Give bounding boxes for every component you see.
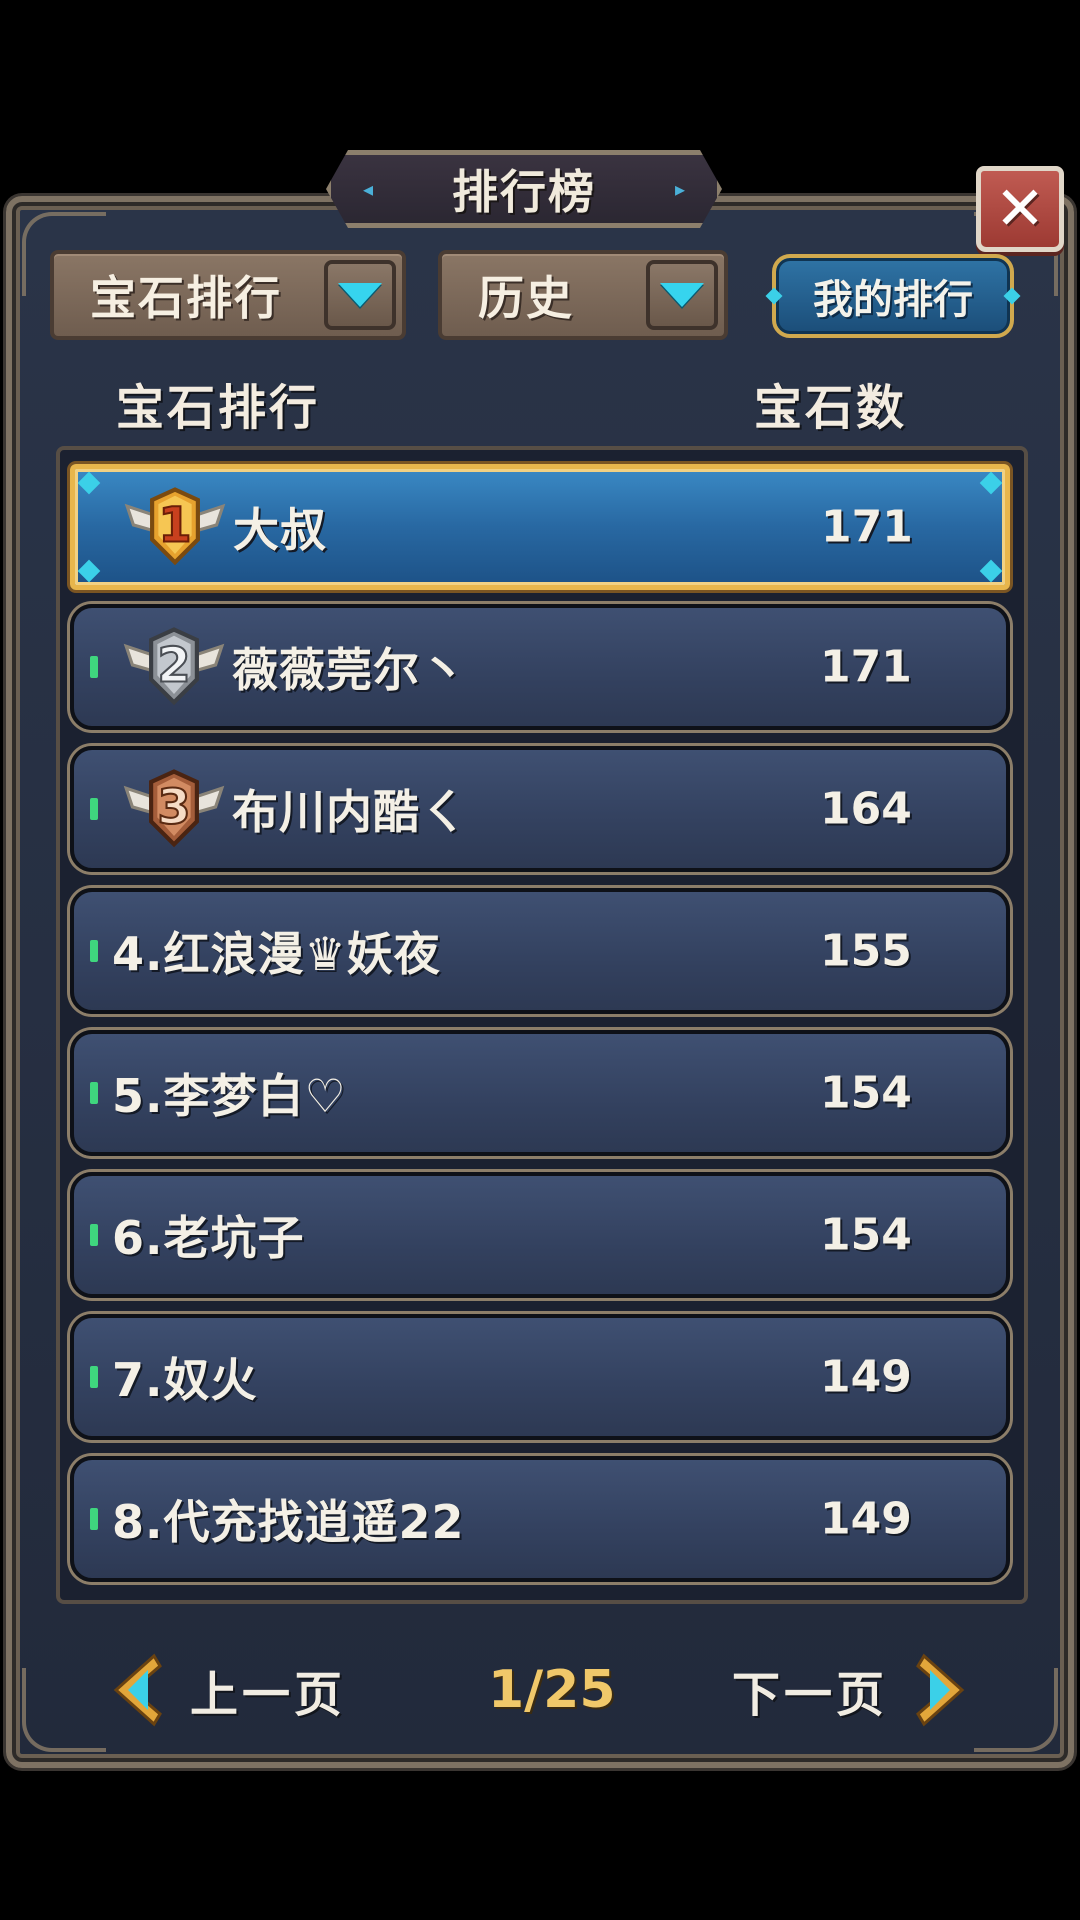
gold-rank-1-medal-icon: 1: [124, 487, 226, 566]
category-dropdown-toggle[interactable]: [324, 260, 396, 330]
period-dropdown-toggle[interactable]: [646, 260, 718, 330]
corner-gem-icon: [979, 471, 1003, 495]
ranking-row-5[interactable]: 5.李梦白♡ 154: [70, 1030, 1010, 1156]
column-header-category: 宝石排行: [116, 380, 321, 436]
corner-gem-icon: [77, 559, 101, 583]
row-marker: [90, 1366, 98, 1388]
row-marker: [90, 656, 98, 678]
dropdown-arrow-icon: [338, 283, 382, 307]
close-button[interactable]: ✕: [976, 166, 1064, 252]
period-dropdown-value: 历史: [478, 271, 574, 325]
row-marker: [90, 1082, 98, 1104]
ranking-row-3[interactable]: 3 布川内酷ㄑ 164: [70, 746, 1010, 872]
previous-page-label: 上一页: [190, 1667, 347, 1723]
chevron-left-icon: [113, 1653, 162, 1727]
row-marker: [90, 1224, 98, 1246]
my-ranking-label: 我的排行: [813, 277, 973, 323]
page-indicator: 1/25: [488, 1660, 616, 1720]
right-diamond-icon: ▸: [674, 177, 685, 201]
title-plaque: ◂ 排行榜 ▸: [326, 150, 722, 228]
row-marker: [90, 940, 98, 962]
corner-gem-icon: [77, 471, 101, 495]
corner-gem-icon: [979, 559, 1003, 583]
ranking-row-1[interactable]: 1 大叔 171: [70, 464, 1010, 590]
player-name: 6.老坑子: [112, 1211, 305, 1265]
row-marker: [90, 1508, 98, 1530]
gem-count: 149: [820, 1351, 912, 1403]
player-name: 7.奴火: [112, 1353, 258, 1407]
category-dropdown-value: 宝石排行: [90, 271, 282, 325]
corner-ornament: [22, 1668, 106, 1752]
next-page-button[interactable]: 下一页: [732, 1650, 970, 1730]
bronze-rank-3-medal-icon: 3: [123, 769, 225, 848]
gem-count: 155: [820, 925, 912, 977]
ranking-row-8[interactable]: 8.代充找逍遥22 149: [70, 1456, 1010, 1582]
player-name: 5.李梦白♡: [112, 1069, 347, 1123]
chevron-right-icon: [916, 1653, 965, 1727]
gem-count: 154: [820, 1209, 912, 1261]
player-name: 8.代充找逍遥22: [112, 1495, 465, 1549]
gem-count: 171: [820, 641, 912, 693]
player-name: 4.红浪漫♛妖夜: [112, 927, 441, 981]
silver-rank-2-medal-icon: 2: [123, 627, 225, 706]
gem-count: 164: [820, 783, 912, 835]
dropdown-arrow-icon: [660, 283, 704, 307]
previous-page-button[interactable]: 上一页: [108, 1650, 346, 1730]
player-name: 大叔: [233, 503, 327, 557]
my-ranking-button[interactable]: 我的排行: [772, 254, 1014, 338]
ranking-row-7[interactable]: 7.奴火 149: [70, 1314, 1010, 1440]
column-header-gem-count: 宝石数: [754, 380, 908, 436]
ranking-row-6[interactable]: 6.老坑子 154: [70, 1172, 1010, 1298]
row-marker: [90, 798, 98, 820]
dialog-title: 排行榜: [452, 165, 596, 219]
gem-count: 149: [820, 1493, 912, 1545]
player-name: 布川内酷ㄑ: [232, 785, 467, 839]
player-name: 薇薇莞尔丶: [232, 643, 467, 697]
ranking-row-2[interactable]: 2 薇薇莞尔丶 171: [70, 604, 1010, 730]
svg-text:1: 1: [158, 499, 191, 554]
gem-count: 154: [820, 1067, 912, 1119]
svg-text:3: 3: [157, 781, 190, 836]
ranking-screen: ◂ 排行榜 ▸ ✕ 宝石排行 历史 我的排行 宝石排行 宝石数 1 大叔 171…: [0, 0, 1080, 1920]
category-dropdown[interactable]: 宝石排行: [50, 250, 406, 340]
ranking-row-4[interactable]: 4.红浪漫♛妖夜 155: [70, 888, 1010, 1014]
close-icon: ✕: [994, 174, 1046, 244]
svg-text:2: 2: [157, 639, 190, 694]
period-dropdown[interactable]: 历史: [438, 250, 728, 340]
gem-count: 171: [821, 501, 913, 553]
left-diamond-icon: ◂: [363, 177, 374, 201]
corner-ornament: [974, 1668, 1058, 1752]
next-page-label: 下一页: [732, 1667, 889, 1723]
